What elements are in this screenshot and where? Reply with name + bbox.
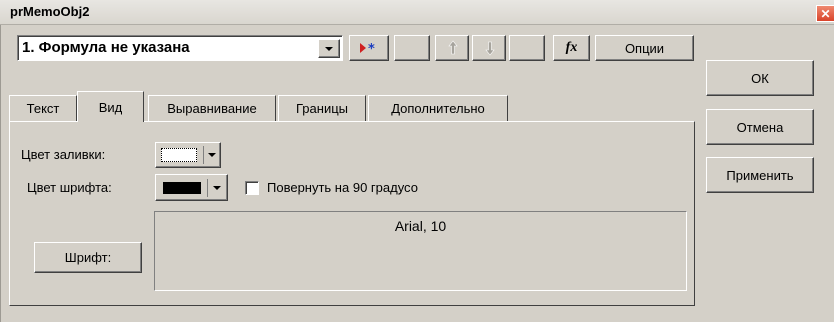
- font-preview-text: Arial, 10: [394, 218, 447, 234]
- fx-button[interactable]: fx: [553, 35, 590, 61]
- title-bar: [0, 0, 834, 25]
- close-button[interactable]: ✕: [816, 5, 834, 22]
- font-button-label: Шрифт:: [64, 250, 112, 265]
- tab-label: Вид: [98, 99, 123, 115]
- red-arrow-asterisk-icon: *: [360, 42, 375, 57]
- tab-label: Границы: [296, 101, 348, 116]
- font-color-picker[interactable]: [155, 174, 228, 201]
- tab-text[interactable]: Текст: [9, 95, 77, 121]
- cancel-button[interactable]: Отмена: [706, 109, 814, 145]
- toolbar-blank-button[interactable]: [394, 35, 430, 61]
- svg-text:*: *: [368, 42, 375, 57]
- rotate-checkbox[interactable]: [245, 181, 259, 195]
- tab-label: Дополнительно: [391, 101, 485, 116]
- window-title: prMemoObj2: [10, 4, 90, 19]
- tab-alignment[interactable]: Выравнивание: [148, 95, 276, 121]
- font-button[interactable]: Шрифт:: [34, 242, 142, 273]
- font-color-swatch: [163, 182, 201, 194]
- tab-advanced[interactable]: Дополнительно: [368, 95, 508, 121]
- formula-dropdown-button[interactable]: [318, 39, 340, 58]
- ok-button[interactable]: ОК: [706, 60, 814, 96]
- formula-select-value: 1. Формула не указана: [22, 39, 190, 56]
- divider: [203, 146, 204, 164]
- fill-color-label: Цвет заливки:: [21, 147, 106, 162]
- cancel-button-label: Отмена: [736, 119, 784, 135]
- chevron-down-icon: [213, 186, 221, 190]
- function-icon: fx: [565, 40, 578, 55]
- move-up-button[interactable]: [435, 35, 469, 61]
- arrow-up-icon: [448, 40, 458, 55]
- rotate-label: Повернуть на 90 градусо: [267, 180, 418, 195]
- ok-button-label: ОК: [751, 70, 769, 86]
- close-icon: ✕: [820, 6, 831, 21]
- options-button-label: Опции: [624, 40, 665, 56]
- tab-borders[interactable]: Границы: [278, 95, 366, 121]
- move-down-button[interactable]: [472, 35, 506, 61]
- chevron-down-icon: [208, 153, 216, 157]
- font-color-label: Цвет шрифта:: [27, 180, 112, 195]
- tab-view[interactable]: Вид: [77, 91, 144, 122]
- chevron-down-icon: [325, 46, 333, 51]
- fill-color-picker[interactable]: [155, 142, 221, 168]
- tab-label: Выравнивание: [167, 101, 257, 116]
- add-formula-button[interactable]: *: [349, 35, 389, 61]
- tab-label: Текст: [26, 101, 60, 116]
- options-button[interactable]: Опции: [595, 35, 694, 61]
- apply-button[interactable]: Применить: [706, 157, 814, 193]
- fill-color-swatch: [161, 148, 197, 162]
- apply-button-label: Применить: [726, 167, 794, 183]
- arrow-down-icon: [485, 41, 495, 56]
- divider: [207, 179, 208, 197]
- toolbar-blank-button-2[interactable]: [509, 35, 545, 61]
